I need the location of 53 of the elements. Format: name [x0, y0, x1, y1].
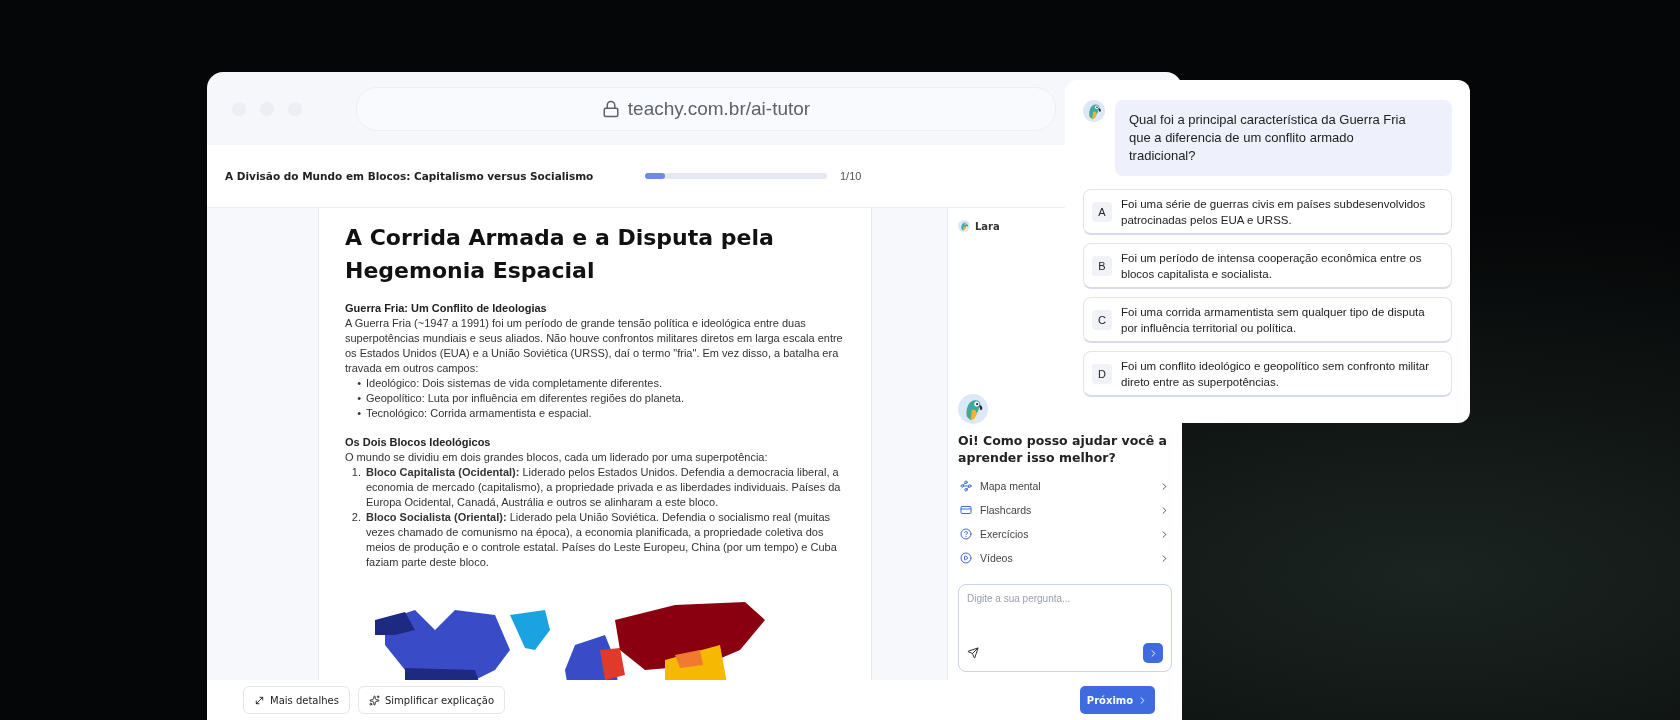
question-input[interactable]: Digite a sua pergunta... [967, 593, 1163, 604]
list-marker: • [356, 391, 361, 406]
answer-letter: C [1092, 309, 1112, 330]
assistant-option[interactable]: Vídeos [958, 546, 1172, 570]
card-icon [960, 504, 972, 516]
assistant-name: Lara [975, 220, 1000, 232]
answer-text: Foi uma série de guerras civis em países subdesenvolvidos patrocinadas pelos EUA e URSS. [1121, 196, 1427, 228]
list-marker: 2. [350, 510, 361, 525]
list-item-text: Geopolítico: Luta por influência em diferentes regiões do planeta. [366, 391, 684, 406]
action-button[interactable]: Simplificar explicação [357, 686, 506, 714]
answer-text: Foi um conflito ideológico e geopolítico sem confronto militar direto entre as superpotências. [1121, 358, 1431, 390]
section-heading: Guerra Fria: Um Conflito de Ideologias [345, 301, 548, 316]
lesson-title: A Divisão do Mundo em Blocos: Capitalismo versus Socialismo [225, 170, 595, 182]
list-item-text: Tecnológico: Corrida armamentista e espacial. [366, 406, 592, 421]
submit-button[interactable] [1143, 643, 1163, 663]
list-item-text: Ideológico: Dois sistemas de vida completamente diferentes. [366, 376, 662, 391]
progress-count: 1/10 [840, 170, 862, 182]
answer-letter: B [1092, 255, 1112, 276]
assistant-option[interactable]: Exercícios [958, 522, 1172, 546]
quiz-question: Qual foi a principal característica da Guerra Fria que a diferencia de um conflito armado tradicional? [1115, 100, 1452, 176]
answer-option[interactable]: C Foi uma corrida armamentista sem qualquer tipo de disputa por influência territorial ou política. [1083, 297, 1452, 343]
action-button[interactable]: Mais detalhes [243, 686, 350, 714]
url-field[interactable]: teachy.com.br/ai-tutor [356, 86, 1056, 131]
answer-letter: A [1092, 201, 1112, 222]
answer-letter: D [1092, 363, 1112, 384]
play-circle-icon [960, 552, 972, 564]
parrot-icon [958, 220, 970, 232]
list-marker: • [356, 376, 361, 391]
parrot-icon [958, 394, 988, 424]
next-button[interactable]: Próximo [1080, 686, 1155, 714]
sparkle-icon [368, 694, 380, 706]
document-title: A Corrida Armada e a Disputa pela Hegemonia Espacial [345, 224, 775, 285]
list-item-text: Bloco Capitalista (Ocidental): Liderado pelos Estados Unidos. Defendia a democracia liberal, a economia de mercado (capitalismo), a propriedade privada e as liberdades individuais. Países da Europa Ocidental, Canadá, Austrália e outros se alinharam a este bloco. [366, 465, 842, 510]
lock-icon [601, 99, 620, 118]
assistant-greeting: Oi! Como posso ajudar você a aprender isso melhor? [958, 432, 1168, 466]
paragraph: O mundo se dividiu em dois grandes blocos, cada um liderado por uma superpotência: [345, 450, 769, 465]
expand-icon [254, 694, 265, 706]
mind-map-icon [960, 480, 972, 492]
parrot-icon [1083, 100, 1105, 122]
assistant-option[interactable]: Flashcards [958, 498, 1172, 522]
send-icon[interactable] [967, 647, 979, 659]
list-marker: • [356, 406, 361, 421]
answer-text: Foi uma corrida armamentista sem qualquer tipo de disputa por influência territorial ou política. [1121, 304, 1426, 336]
answer-option[interactable]: B Foi um período de intensa cooperação econômica entre os blocos capitalista e socialista. [1083, 243, 1452, 289]
answer-option[interactable]: D Foi um conflito ideológico e geopolítico sem confronto militar direto entre as superpotências. [1083, 351, 1452, 397]
list-item-text: Bloco Socialista (Oriental): Liderado pela União Soviética. Defendia o socialismo real (muitas vezes chamado de comunismo na época), a economia planificada, a propriedade coletiva dos meios de produção e o controle estatal. Países do Leste Europeu, China (por um tempo) e Cuba faziam parte deste bloco. [366, 510, 838, 570]
answer-option[interactable]: A Foi uma série de guerras civis em países subdesenvolvidos patrocinadas pelos EUA e URSS. [1083, 189, 1452, 235]
answer-text: Foi um período de intensa cooperação econômica entre os blocos capitalista e socialista. [1121, 250, 1423, 282]
paragraph: A Guerra Fria (~1947 a 1991) foi um período de grande tensão política e ideológica entre duas superpotências mundiais e seus aliados. Não houve confrontos militares diretos em larga escala entre os Estados Unidos (EUA) e a União Soviética (URSS), daí o termo "fria". Em vez disso, a batalha era travada em outros campos: [345, 316, 844, 376]
section-heading: Os Dois Blocos Ideológicos [345, 435, 492, 450]
list-marker: 1. [350, 465, 361, 480]
assistant-option[interactable]: Mapa mental [958, 474, 1172, 498]
question-circle-icon [960, 528, 972, 540]
